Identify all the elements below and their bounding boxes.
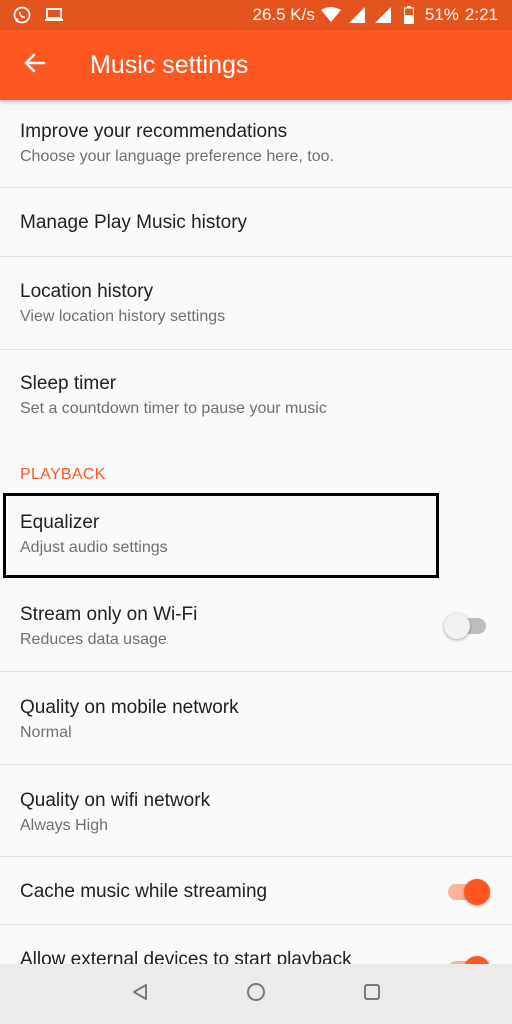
- setting-quality-mobile[interactable]: Quality on mobile network Normal: [0, 672, 512, 765]
- setting-play-music-history[interactable]: Manage Play Music history: [0, 188, 512, 257]
- nav-recents-button[interactable]: [354, 976, 390, 1012]
- setting-subtitle: Adjust audio settings: [20, 539, 168, 556]
- settings-list[interactable]: Improve your recommendations Choose your…: [0, 100, 512, 964]
- status-bar: 26.5 K/s 51% 2:21: [0, 0, 512, 30]
- setting-title: Quality on wifi network: [20, 790, 211, 811]
- setting-cache-music[interactable]: Cache music while streaming: [0, 857, 512, 925]
- setting-stream-wifi-only[interactable]: Stream only on Wi-Fi Reduces data usage: [0, 578, 512, 672]
- setting-title: Allow external devices to start playback: [20, 949, 352, 964]
- battery-percent: 51%: [424, 5, 459, 24]
- section-header-playback: PLAYBACK: [20, 466, 106, 483]
- page-title: Music settings: [90, 50, 249, 79]
- wifi-icon: [320, 5, 341, 25]
- network-speed: 26.5 K/s: [252, 5, 315, 24]
- setting-external-devices[interactable]: Allow external devices to start playback: [0, 925, 512, 964]
- wifi-only-toggle[interactable]: [444, 613, 486, 639]
- setting-quality-wifi[interactable]: Quality on wifi network Always High: [0, 765, 512, 857]
- setting-subtitle: Always High: [20, 817, 109, 834]
- battery-icon: [399, 5, 419, 25]
- clock: 2:21: [464, 5, 498, 24]
- back-button[interactable]: [0, 30, 70, 100]
- setting-subtitle: Normal: [20, 724, 72, 741]
- back-triangle-icon: [130, 982, 150, 1007]
- setting-subtitle: Set a countdown timer to pause your musi…: [20, 400, 327, 417]
- nav-home-button[interactable]: [238, 976, 274, 1012]
- setting-subtitle: View location history settings: [20, 308, 226, 325]
- setting-title: Cache music while streaming: [20, 881, 268, 902]
- cache-toggle[interactable]: [448, 879, 490, 905]
- setting-equalizer[interactable]: Equalizer Adjust audio settings: [0, 493, 512, 578]
- setting-sleep-timer[interactable]: Sleep timer Set a countdown timer to pau…: [0, 350, 512, 443]
- setting-recommendations[interactable]: Improve your recommendations Choose your…: [0, 100, 512, 188]
- nav-back-button[interactable]: [122, 976, 158, 1012]
- app-bar: Music settings: [0, 30, 512, 100]
- setting-subtitle: Choose your language preference here, to…: [20, 148, 334, 165]
- setting-title: Manage Play Music history: [20, 212, 248, 233]
- recents-square-icon: [362, 982, 382, 1007]
- setting-title: Location history: [20, 281, 154, 302]
- setting-location-history[interactable]: Location history View location history s…: [0, 257, 512, 350]
- setting-subtitle: Reduces data usage: [20, 631, 167, 648]
- laptop-icon: [44, 5, 64, 25]
- whatsapp-icon: [12, 5, 32, 25]
- setting-title: Sleep timer: [20, 373, 117, 394]
- toggle-knob: [464, 879, 490, 905]
- signal-icon-2: [373, 5, 393, 25]
- toggle-knob: [444, 613, 470, 639]
- home-circle-icon: [245, 981, 267, 1008]
- toggle-knob: [464, 956, 490, 964]
- setting-title: Improve your recommendations: [20, 121, 288, 142]
- setting-title: Equalizer: [20, 512, 100, 533]
- arrow-back-icon: [23, 51, 47, 80]
- signal-icon: [347, 5, 367, 25]
- setting-title: Quality on mobile network: [20, 697, 239, 718]
- setting-title: Stream only on Wi-Fi: [20, 604, 198, 625]
- navigation-bar: [0, 964, 512, 1024]
